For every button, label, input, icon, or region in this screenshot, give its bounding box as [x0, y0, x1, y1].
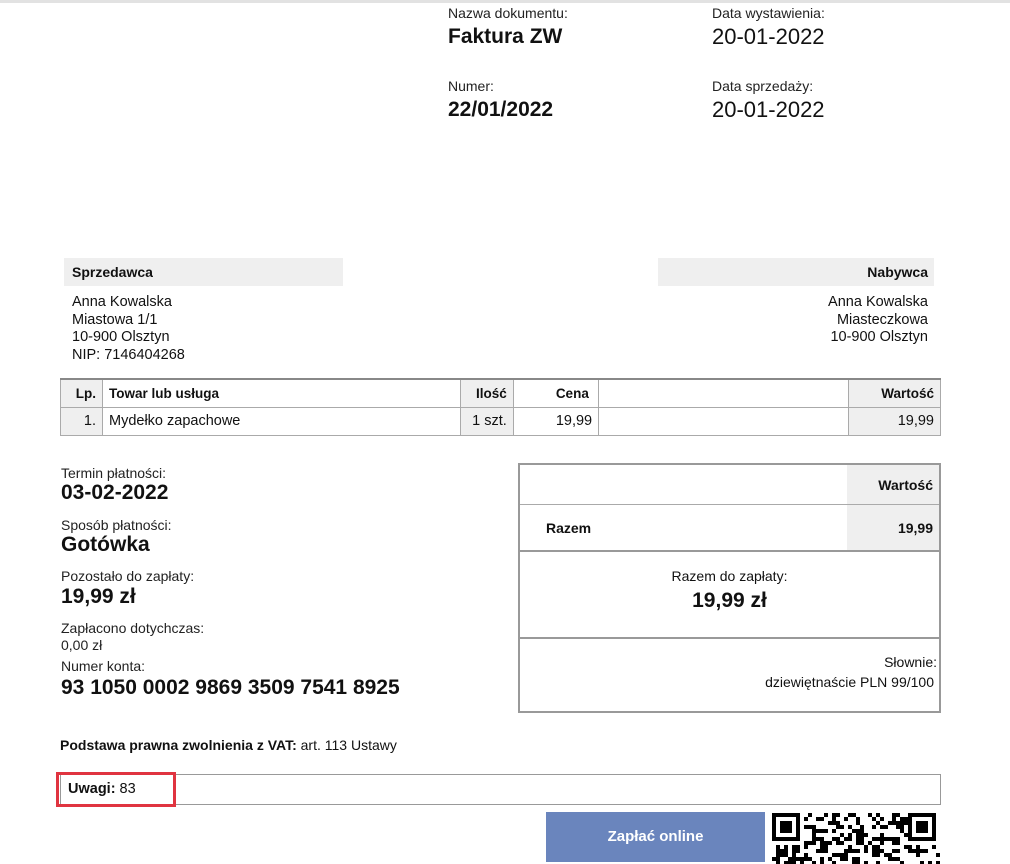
remaining-label: Pozostało do zapłaty: — [61, 568, 195, 584]
due-label: Termin płatności: — [61, 465, 167, 481]
paid-label: Zapłacono dotychczas: — [61, 620, 205, 636]
amount-in-words: dziewiętnaście PLN 99/100 — [765, 674, 934, 690]
account-number: 93 1050 0002 9869 3509 7541 8925 — [61, 676, 400, 699]
summary-box: Wartość Razem 19,99 Razem do zapłaty: 19… — [518, 463, 941, 713]
col-lp: Lp. — [60, 378, 103, 408]
buyer-city: 10-900 Olsztyn — [830, 329, 928, 345]
vat-basis-label: Podstawa prawna zwolnienia z VAT: — [60, 737, 297, 753]
to-pay-amount: 19,99 zł — [692, 589, 767, 612]
summary-value-header: Wartość — [847, 465, 939, 504]
words-label: Słownie: — [884, 654, 937, 670]
doc-name: Faktura ZW — [448, 25, 563, 48]
summary-total-row: Razem 19,99 — [520, 505, 939, 552]
col-value: Wartość — [847, 378, 942, 408]
row-lp: 1. — [60, 406, 103, 436]
summary-words-row: Słownie: dziewiętnaście PLN 99/100 — [520, 641, 939, 711]
buyer-street: Miasteczkowa — [836, 311, 928, 328]
seller-name: Anna Kowalska — [72, 294, 172, 310]
summary-header-row: Wartość — [520, 465, 939, 505]
row-qty: 1 szt. — [459, 406, 514, 436]
table-row: 1. Mydełko zapachowe 1 szt. 19,99 19,99 — [60, 406, 942, 436]
summary-total-label: Razem — [546, 520, 592, 536]
issue-date: 20-01-2022 — [712, 24, 825, 49]
seller-address: Anna Kowalska Miastowa 1/1 10-900 Olszty… — [72, 294, 185, 364]
items-header-row: Lp. Towar lub usługa Ilość Cena Wartość — [60, 378, 942, 408]
row-product: Mydełko zapachowe — [101, 406, 461, 436]
remaining-amount: 19,99 zł — [61, 585, 136, 608]
qr-code — [771, 811, 941, 864]
summary-topay-row: Razem do zapłaty: 19,99 zł — [520, 554, 939, 639]
vat-basis: Podstawa prawna zwolnienia z VAT: art. 1… — [60, 737, 397, 753]
seller-city: 10-900 Olsztyn — [72, 329, 170, 345]
row-value: 19,99 — [847, 406, 942, 436]
due-date: 03-02-2022 — [61, 481, 169, 504]
qr-code-icon — [772, 813, 940, 864]
payment-method: Gotówka — [61, 533, 150, 556]
vat-basis-value: art. 113 Ustawy — [296, 737, 397, 753]
issue-date-label: Data wystawienia: — [712, 5, 825, 21]
sale-date: 20-01-2022 — [712, 97, 825, 122]
col-price: Cena — [512, 378, 600, 408]
row-price: 19,99 — [512, 406, 600, 436]
sale-date-label: Data sprzedaży: — [712, 78, 814, 94]
method-label: Sposób płatności: — [61, 517, 172, 533]
top-divider — [0, 0, 1010, 3]
notes-highlight — [56, 772, 176, 807]
buyer-address: Anna Kowalska Miasteczkowa 10-900 Olszty… — [828, 294, 928, 347]
buyer-name: Anna Kowalska — [828, 294, 928, 310]
buyer-heading: Nabywca — [658, 258, 934, 286]
to-pay-label: Razem do zapłaty: — [671, 568, 788, 584]
seller-street: Miastowa 1/1 — [72, 311, 158, 328]
number-label: Numer: — [448, 78, 494, 94]
doc-name-label: Nazwa dokumentu: — [448, 5, 568, 21]
doc-number: 22/01/2022 — [448, 98, 554, 121]
items-table: Lp. Towar lub usługa Ilość Cena Wartość … — [60, 378, 942, 436]
seller-nip: NIP: 7146404268 — [72, 346, 185, 363]
account-label: Numer konta: — [61, 658, 146, 674]
pay-online-button[interactable]: Zapłać online — [546, 812, 765, 862]
col-product: Towar lub usługa — [101, 378, 461, 408]
seller-heading: Sprzedawca — [64, 258, 343, 286]
paid-amount: 0,00 zł — [61, 637, 103, 653]
col-qty: Ilość — [459, 378, 514, 408]
summary-total-value: 19,99 — [847, 505, 939, 550]
notes-box: Uwagi: 83 — [60, 774, 941, 805]
